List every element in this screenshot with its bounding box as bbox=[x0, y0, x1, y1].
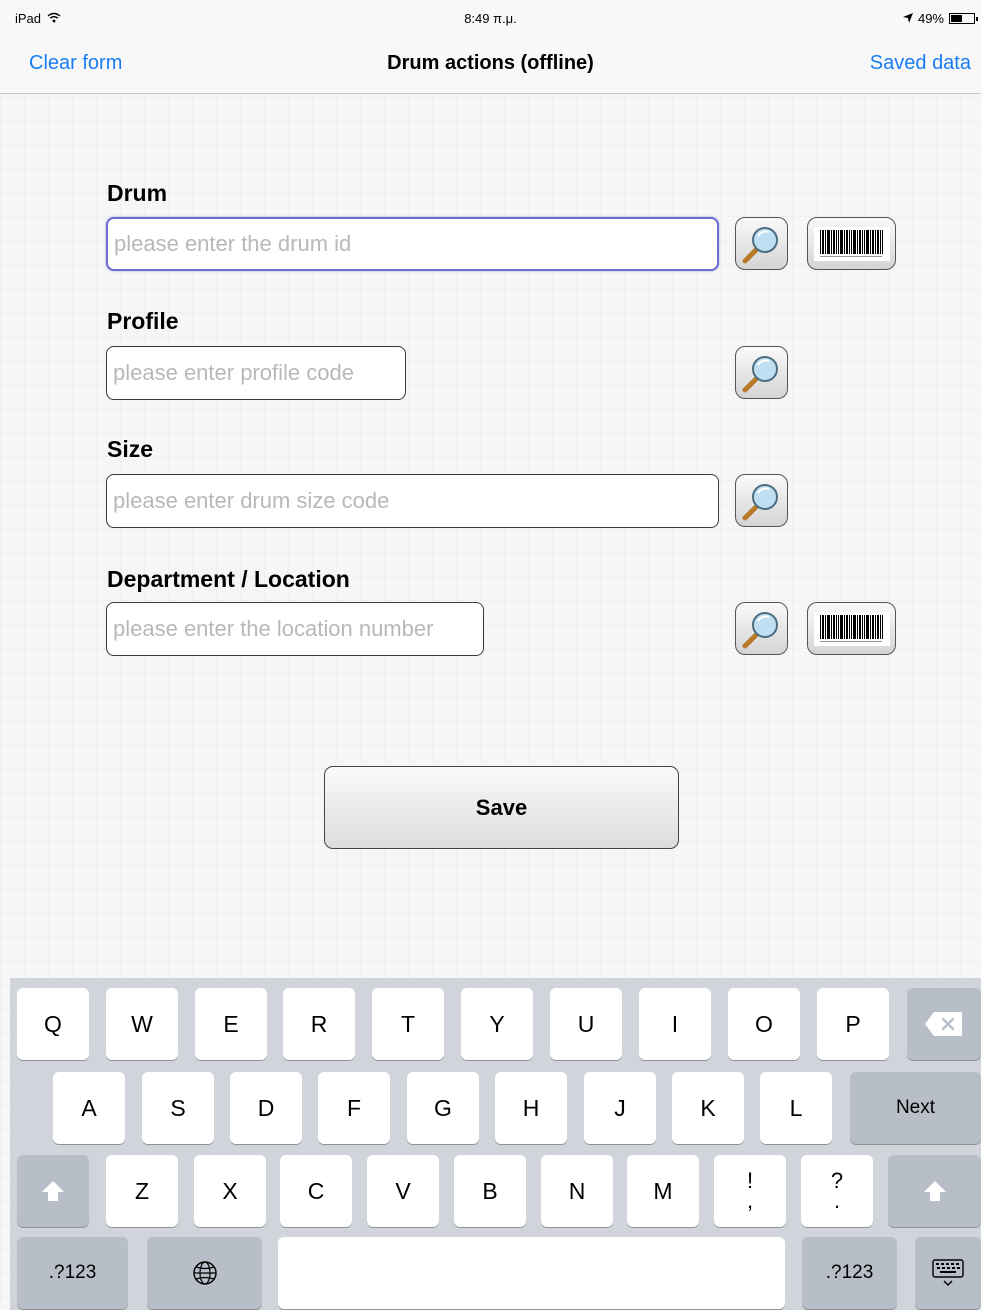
navigation-bar: Clear form Drum actions (offline) Saved … bbox=[0, 40, 981, 94]
key-e[interactable]: E bbox=[195, 988, 267, 1060]
save-button[interactable]: Save bbox=[324, 766, 679, 849]
backspace-icon bbox=[925, 1012, 962, 1036]
location-barcode-button[interactable] bbox=[807, 602, 896, 655]
globe-icon bbox=[192, 1261, 217, 1285]
backspace-key[interactable] bbox=[907, 988, 981, 1060]
key-y[interactable]: Y bbox=[461, 988, 533, 1060]
key-v[interactable]: V bbox=[367, 1155, 439, 1227]
magnifier-search-icon bbox=[742, 356, 778, 393]
status-bar: iPad 8:49 π.μ. 49% bbox=[0, 0, 981, 40]
profile-code-input[interactable] bbox=[106, 346, 406, 400]
key-o[interactable]: O bbox=[728, 988, 800, 1060]
profile-label: Profile bbox=[107, 308, 179, 334]
magnifier-search-icon bbox=[742, 227, 778, 264]
location-search-button[interactable] bbox=[735, 602, 788, 655]
key-q[interactable]: Q bbox=[17, 988, 89, 1060]
key-c[interactable]: C bbox=[280, 1155, 352, 1227]
shift-icon bbox=[923, 1181, 946, 1201]
size-search-button[interactable] bbox=[735, 474, 788, 527]
hide-keyboard-key[interactable] bbox=[915, 1237, 981, 1309]
drum-label: Drum bbox=[107, 180, 168, 206]
drum-id-input[interactable] bbox=[106, 217, 719, 271]
key-period-bottom: . bbox=[833, 1188, 841, 1213]
space-key[interactable] bbox=[278, 1237, 785, 1309]
key-u[interactable]: U bbox=[550, 988, 622, 1060]
size-label: Size bbox=[107, 436, 154, 462]
globe-key[interactable] bbox=[147, 1237, 262, 1309]
key-s[interactable]: S bbox=[142, 1072, 214, 1144]
on-screen-keyboard: Q W E R T Y U I O P A S D F G H J K L Ne… bbox=[10, 978, 981, 1310]
location-arrow-icon bbox=[902, 11, 913, 26]
key-a[interactable]: A bbox=[53, 1072, 125, 1144]
key-i[interactable]: I bbox=[639, 988, 711, 1060]
numbers-key-right[interactable]: .?123 bbox=[802, 1237, 897, 1309]
barcode-scan-icon bbox=[814, 612, 890, 646]
key-w[interactable]: W bbox=[106, 988, 178, 1060]
key-m[interactable]: M bbox=[627, 1155, 699, 1227]
size-code-input[interactable] bbox=[106, 474, 719, 528]
magnifier-search-icon bbox=[742, 484, 778, 521]
location-number-input[interactable] bbox=[106, 602, 484, 656]
key-l[interactable]: L bbox=[760, 1072, 832, 1144]
next-key[interactable]: Next bbox=[850, 1072, 981, 1144]
page-title: Drum actions (offline) bbox=[387, 52, 594, 74]
shift-icon bbox=[42, 1181, 64, 1201]
key-t[interactable]: T bbox=[372, 988, 444, 1060]
drum-barcode-button[interactable] bbox=[807, 217, 896, 270]
hide-keyboard-icon bbox=[932, 1259, 964, 1286]
key-comma-bottom: , bbox=[746, 1188, 754, 1213]
key-g[interactable]: G bbox=[407, 1072, 479, 1144]
key-k[interactable]: K bbox=[672, 1072, 744, 1144]
key-x[interactable]: X bbox=[194, 1155, 266, 1227]
drum-search-button[interactable] bbox=[735, 217, 788, 270]
status-time: 8:49 π.μ. bbox=[464, 11, 517, 26]
battery-icon bbox=[949, 13, 978, 24]
profile-search-button[interactable] bbox=[735, 346, 788, 399]
key-n[interactable]: N bbox=[541, 1155, 613, 1227]
battery-percent: 49% bbox=[917, 11, 944, 26]
key-d[interactable]: D bbox=[230, 1072, 302, 1144]
key-p[interactable]: P bbox=[817, 988, 889, 1060]
location-label: Department / Location bbox=[107, 566, 350, 592]
key-h[interactable]: H bbox=[495, 1072, 567, 1144]
status-right: 49% bbox=[902, 11, 978, 26]
magnifier-search-icon bbox=[742, 612, 778, 649]
numbers-key-left[interactable]: .?123 bbox=[17, 1237, 128, 1309]
key-b[interactable]: B bbox=[454, 1155, 526, 1227]
saved-data-button[interactable]: Saved data bbox=[870, 52, 971, 75]
key-exclamation-comma[interactable]: ! , bbox=[714, 1155, 786, 1227]
shift-key-left[interactable] bbox=[17, 1155, 89, 1227]
shift-key-right[interactable] bbox=[888, 1155, 981, 1227]
key-r[interactable]: R bbox=[283, 988, 355, 1060]
barcode-scan-icon bbox=[814, 227, 890, 261]
key-question-period[interactable]: ? . bbox=[801, 1155, 873, 1227]
key-j[interactable]: J bbox=[584, 1072, 656, 1144]
key-f[interactable]: F bbox=[318, 1072, 390, 1144]
key-z[interactable]: Z bbox=[106, 1155, 178, 1227]
